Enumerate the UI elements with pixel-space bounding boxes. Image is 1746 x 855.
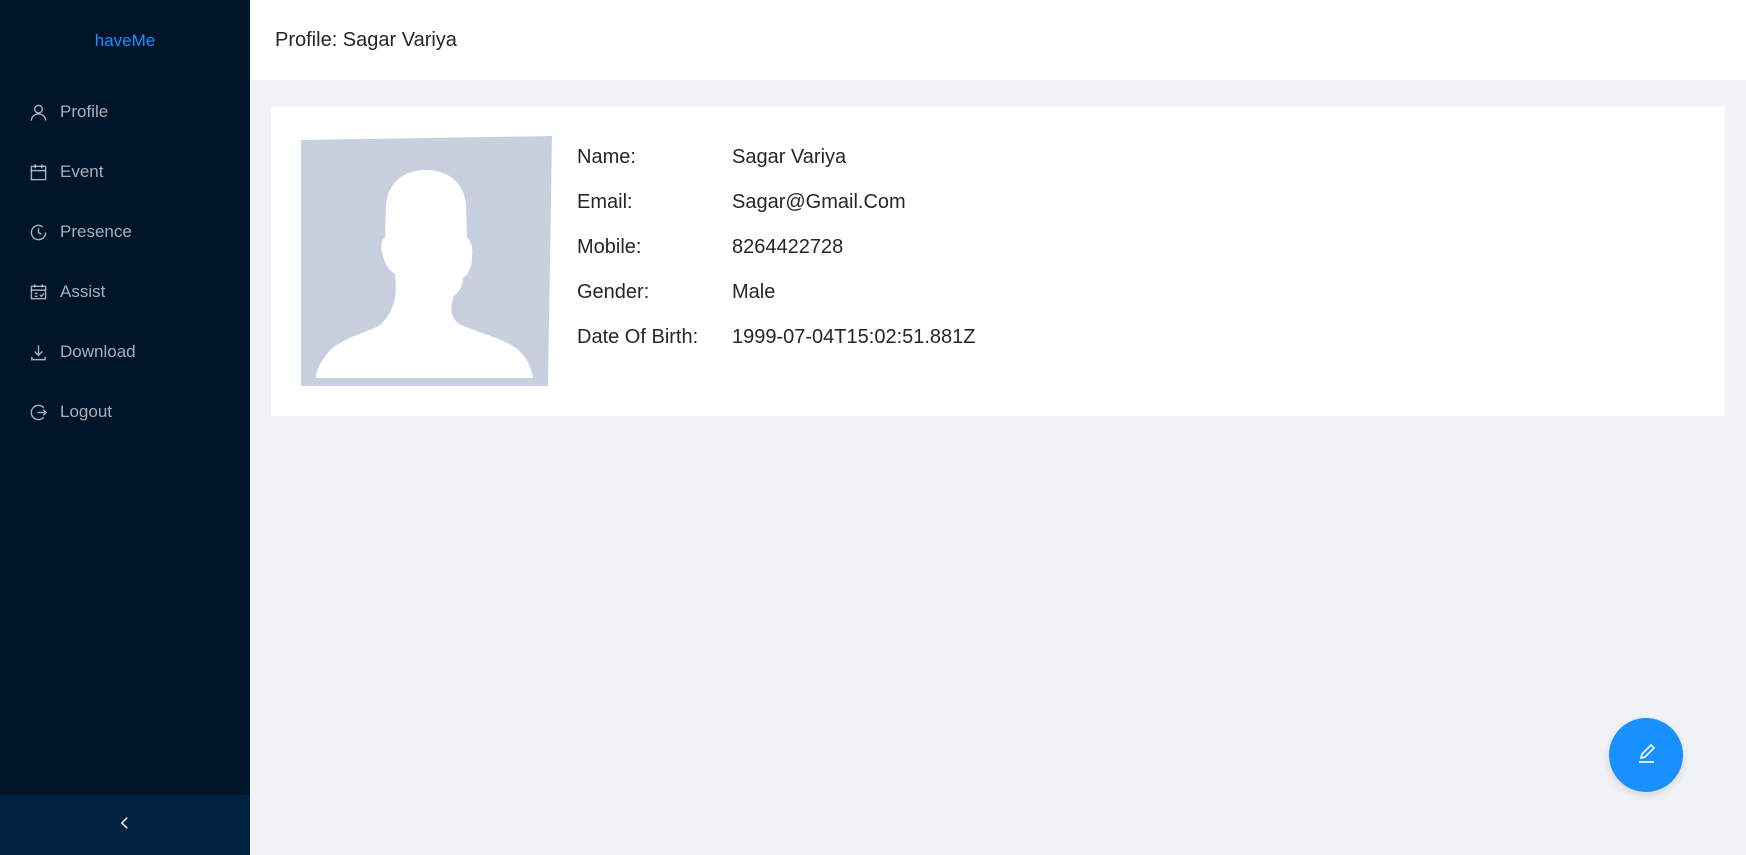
clock-icon	[29, 223, 48, 242]
field-value: Male	[732, 281, 776, 303]
profile-row-gender: Gender: Male	[577, 270, 976, 315]
profile-row-email: Email: Sagar@Gmail.Com	[577, 180, 976, 225]
page-title: Profile: Sagar Variya	[275, 28, 457, 51]
sidebar-item-event[interactable]: Event	[0, 142, 250, 202]
sidebar-item-label: Logout	[60, 402, 112, 421]
sidebar-item-label: Event	[60, 162, 104, 181]
sidebar-item-download[interactable]: Download	[0, 322, 250, 382]
edit-profile-button[interactable]	[1609, 718, 1683, 792]
logout-icon	[29, 403, 48, 422]
profile-row-mobile: Mobile: 8264422728	[577, 225, 976, 270]
avatar	[301, 136, 552, 386]
field-label: Mobile:	[577, 236, 642, 258]
user-silhouette-icon	[301, 136, 552, 386]
app-logo[interactable]: haveMe	[0, 0, 250, 82]
field-value: 8264422728	[732, 236, 844, 258]
sidebar-item-label: Download	[60, 342, 136, 361]
sidebar-item-assist[interactable]: Assist	[0, 262, 250, 322]
download-icon	[29, 343, 48, 362]
sidebar-item-profile[interactable]: Profile	[0, 82, 250, 142]
sidebar-item-logout[interactable]: Logout	[0, 382, 250, 442]
sidebar-item-label: Presence	[60, 222, 132, 241]
field-value: 1999-07-04T15:02:51.881Z	[732, 326, 976, 348]
profile-card: Name: Sagar Variya Email: Sagar@Gmail.Co…	[271, 107, 1725, 416]
field-value: Sagar Variya	[732, 146, 847, 168]
profile-row-dob: Date Of Birth: 1999-07-04T15:02:51.881Z	[577, 315, 976, 360]
sidebar-item-presence[interactable]: Presence	[0, 202, 250, 262]
profile-row-name: Name: Sagar Variya	[577, 135, 976, 180]
field-label: Gender:	[577, 281, 650, 303]
page-header: Profile: Sagar Variya	[250, 0, 1746, 80]
calendar-icon	[29, 163, 48, 182]
profile-details: Name: Sagar Variya Email: Sagar@Gmail.Co…	[577, 135, 976, 360]
sidebar-collapse-button[interactable]	[0, 795, 250, 855]
sidebar-item-label: Profile	[60, 102, 109, 121]
field-label: Date Of Birth:	[577, 326, 699, 348]
field-label: Name:	[577, 146, 636, 168]
field-value: Sagar@Gmail.Com	[732, 191, 906, 213]
schedule-icon	[29, 283, 48, 302]
user-icon	[29, 103, 48, 122]
chevron-left-icon	[116, 814, 134, 837]
field-label: Email:	[577, 191, 633, 213]
sidebar-item-label: Assist	[60, 282, 106, 301]
sidebar: haveMe Profile Event Presence Assist Dow…	[0, 0, 250, 855]
sidebar-menu: Profile Event Presence Assist Download L…	[0, 82, 250, 442]
edit-icon	[1634, 741, 1658, 770]
